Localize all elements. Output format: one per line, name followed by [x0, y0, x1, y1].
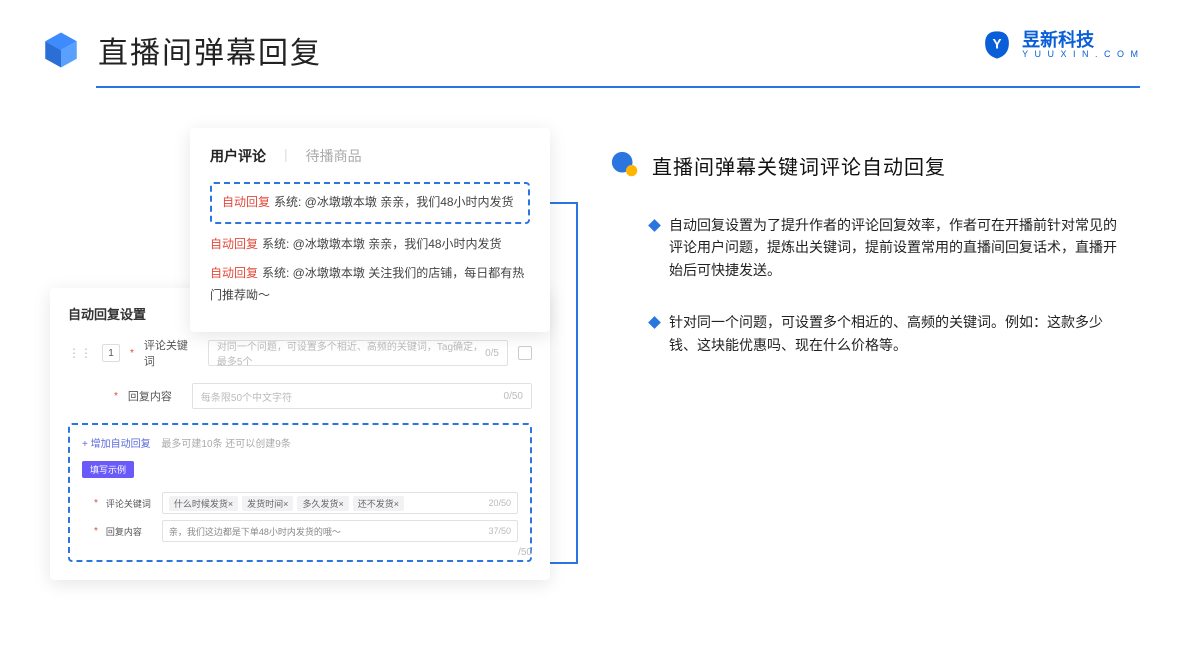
auto-reply-tag: 自动回复: [222, 195, 270, 209]
auto-reply-tag: 自动回复: [210, 266, 258, 280]
diamond-icon: [648, 219, 661, 232]
add-auto-reply-link[interactable]: + 增加自动回复 最多可建10条 还可以创建9条: [82, 435, 518, 450]
reply-text: 系统: @冰墩墩本墩 亲亲，我们48小时内发货: [274, 195, 514, 209]
delete-icon[interactable]: [518, 346, 532, 360]
chat-bubble-icon: [610, 150, 640, 180]
add-text: + 增加自动回复: [82, 439, 151, 450]
section-title: 直播间弹幕关键词评论自动回复: [652, 151, 946, 180]
keyword-tag[interactable]: 还不发货×: [353, 496, 404, 511]
tabs: 用户评论 | 待播商品: [210, 146, 530, 166]
keyword-tag[interactable]: 多久发货×: [297, 496, 348, 511]
example-reply-input[interactable]: 亲，我们这边都是下单48小时内发货的哦～ 37/50: [162, 520, 518, 542]
brand-icon: Y: [980, 28, 1014, 62]
placeholder-text: 对同一个问题，可设置多个相近、高频的关键词，Tag确定，最多5个: [217, 338, 485, 368]
diamond-icon: [648, 316, 661, 329]
tab-user-comments[interactable]: 用户评论: [210, 146, 266, 166]
reply-text: 系统: @冰墩墩本墩 亲亲，我们48小时内发货: [262, 237, 502, 251]
cube-icon: [40, 29, 82, 71]
example-reply-row: * 回复内容 亲，我们这边都是下单48小时内发货的哦～ 37/50: [94, 520, 518, 542]
reply-label: 回复内容: [128, 388, 182, 404]
required-star: *: [130, 348, 134, 359]
required-star: *: [94, 526, 98, 537]
keyword-label: 评论关键词: [144, 337, 198, 369]
example-reply-label: 回复内容: [106, 525, 154, 538]
example-keyword-input[interactable]: 什么时候发货× 发货时间× 多久发货× 还不发货× 20/50: [162, 492, 518, 514]
example-keyword-row: * 评论关键词 什么时候发货× 发货时间× 多久发货× 还不发货× 20/50: [94, 492, 518, 514]
comments-panel: 用户评论 | 待播商品 自动回复系统: @冰墩墩本墩 亲亲，我们48小时内发货 …: [190, 128, 550, 332]
example-keyword-label: 评论关键词: [106, 497, 154, 510]
highlighted-reply: 自动回复系统: @冰墩墩本墩 亲亲，我们48小时内发货: [210, 182, 530, 224]
reply-item: 自动回复系统: @冰墩墩本墩 亲亲，我们48小时内发货: [222, 192, 518, 214]
connector-line: [576, 202, 578, 564]
bullet-text: 针对同一个问题，可设置多个相近的、高频的关键词。例如：这款多少钱、这块能优惠吗、…: [669, 311, 1130, 356]
drag-handle-icon[interactable]: ⋮⋮: [68, 347, 92, 359]
keyword-tag[interactable]: 什么时候发货×: [169, 496, 238, 511]
example-badge: 填写示例: [82, 461, 134, 478]
bullet-item: 针对同一个问题，可设置多个相近的、高频的关键词。例如：这款多少钱、这块能优惠吗、…: [610, 311, 1130, 356]
tab-pending-products[interactable]: 待播商品: [306, 146, 362, 166]
tab-separator: |: [284, 146, 288, 166]
bullet-item: 自动回复设置为了提升作者的评论回复效率，作者可在开播前针对常见的评论用户问题，提…: [610, 214, 1130, 281]
section-header: 直播间弹幕关键词评论自动回复: [610, 150, 1130, 180]
add-hint: 最多可建10条 还可以创建9条: [161, 439, 290, 450]
reply-input[interactable]: 每条限50个中文字符 0/50: [192, 383, 532, 409]
example-box: + 增加自动回复 最多可建10条 还可以创建9条 填写示例 * 评论关键词 什么…: [68, 423, 532, 562]
keyword-tag[interactable]: 发货时间×: [242, 496, 293, 511]
char-count: 20/50: [488, 498, 511, 508]
bullet-text: 自动回复设置为了提升作者的评论回复效率，作者可在开播前针对常见的评论用户问题，提…: [669, 214, 1130, 281]
brand-name-en: Y U U X I N . C O M: [1022, 49, 1140, 60]
page-title: 直播间弹幕回复: [98, 28, 322, 72]
brand-name-cn: 昱新科技: [1022, 31, 1140, 49]
char-count: 0/5: [485, 348, 499, 359]
brand-logo: Y 昱新科技 Y U U X I N . C O M: [980, 28, 1140, 62]
auto-reply-tag: 自动回复: [210, 237, 258, 251]
char-count: 0/50: [504, 391, 523, 402]
reply-item: 自动回复系统: @冰墩墩本墩 亲亲，我们48小时内发货: [210, 234, 530, 256]
required-star: *: [94, 498, 98, 509]
placeholder-text: 每条限50个中文字符: [201, 389, 292, 404]
char-count: 37/50: [488, 526, 511, 536]
modal-title: 自动回复设置: [68, 304, 146, 323]
rule-keyword-row: ⋮⋮ 1 * 评论关键词 对同一个问题，可设置多个相近、高频的关键词，Tag确定…: [68, 337, 532, 369]
ghost-count: /50: [518, 547, 532, 558]
auto-reply-settings-modal: 自动回复设置 ✕ ⋮⋮ 1 * 评论关键词 对同一个问题，可设置多个相近、高频的…: [50, 288, 550, 580]
screenshot-composite: 用户评论 | 待播商品 自动回复系统: @冰墩墩本墩 亲亲，我们48小时内发货 …: [50, 128, 550, 580]
reply-item: 自动回复系统: @冰墩墩本墩 关注我们的店铺，每日都有热门推荐呦～: [210, 263, 530, 306]
rule-reply-row: * 回复内容 每条限50个中文字符 0/50: [114, 383, 532, 409]
rule-index: 1: [102, 344, 120, 362]
connector-line: [548, 202, 578, 204]
description-column: 直播间弹幕关键词评论自动回复 自动回复设置为了提升作者的评论回复效率，作者可在开…: [610, 128, 1130, 386]
example-reply-text: 亲，我们这边都是下单48小时内发货的哦～: [169, 525, 341, 538]
required-star: *: [114, 391, 118, 402]
svg-text:Y: Y: [993, 36, 1002, 51]
keyword-input[interactable]: 对同一个问题，可设置多个相近、高频的关键词，Tag确定，最多5个 0/5: [208, 340, 508, 366]
page-header: 直播间弹幕回复 Y 昱新科技 Y U U X I N . C O M: [0, 0, 1180, 86]
